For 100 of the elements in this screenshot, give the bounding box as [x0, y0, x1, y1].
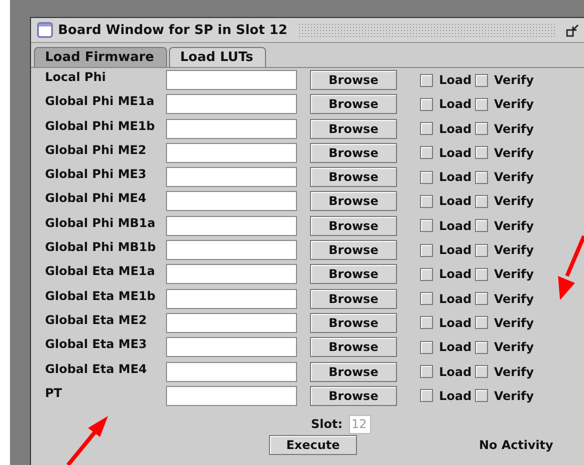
browse-button[interactable]: Browse — [310, 94, 397, 114]
verify-checkbox[interactable] — [475, 170, 488, 184]
load-checkbox[interactable] — [420, 389, 433, 402]
checkbox-label: Load — [439, 194, 472, 208]
verify-checkbox[interactable] — [475, 365, 488, 378]
field-label: Global Phi ME2 — [45, 142, 148, 157]
checkbox-label: Verify — [494, 218, 534, 233]
browse-button[interactable]: Browse — [310, 240, 397, 260]
checkbox-label: Verify — [494, 292, 534, 306]
checkbox-label: Verify — [494, 146, 534, 160]
field-label: Global Phi ME4 — [45, 191, 148, 206]
browse-button[interactable]: Browse — [310, 118, 397, 139]
load-checkbox[interactable] — [420, 268, 433, 281]
arrow — [558, 235, 584, 300]
window-title: Board Window for SP in Slot 12 — [58, 22, 288, 38]
file-path-field[interactable] — [166, 264, 297, 284]
checkbox-label: Verify — [494, 73, 534, 87]
load-checkbox[interactable] — [420, 146, 433, 160]
field-label: Global Eta ME4 — [45, 362, 148, 376]
tab[interactable]: Load LUTs — [169, 47, 266, 67]
file-path-field[interactable] — [166, 386, 297, 406]
verify-checkbox[interactable] — [475, 268, 488, 281]
file-path-field[interactable] — [166, 70, 297, 90]
execute-button[interactable]: Execute — [269, 434, 357, 455]
browse-button[interactable]: Browse — [310, 312, 397, 333]
field-label: Global Eta ME1b — [45, 288, 156, 303]
slot-label: Slot: — [311, 417, 343, 432]
load-checkbox[interactable] — [420, 292, 433, 306]
load-checkbox[interactable] — [420, 74, 433, 86]
load-checkbox[interactable] — [420, 365, 433, 378]
file-path-field[interactable] — [166, 362, 297, 382]
field-label: Global Phi ME1a — [45, 94, 156, 108]
load-checkbox[interactable] — [420, 98, 433, 111]
browse-button[interactable]: Browse — [310, 70, 397, 90]
browse-button[interactable]: Browse — [310, 264, 397, 284]
file-path-field[interactable] — [166, 240, 297, 260]
browse-button[interactable]: Browse — [310, 167, 397, 188]
checkbox-label: Verify — [494, 316, 534, 330]
checkbox-label: Load — [439, 218, 472, 233]
checkbox-label: Verify — [494, 364, 534, 379]
load-checkbox[interactable] — [420, 244, 433, 257]
checkbox-label: Verify — [494, 243, 534, 258]
load-checkbox[interactable] — [420, 340, 433, 354]
checkbox-label: Load — [439, 122, 472, 136]
file-path-field[interactable] — [166, 167, 297, 188]
checkbox-label: Load — [439, 267, 472, 282]
verify-checkbox[interactable] — [475, 194, 488, 208]
verify-checkbox[interactable] — [475, 146, 488, 160]
field-label: Global Phi ME3 — [45, 167, 148, 182]
browse-button[interactable]: Browse — [310, 142, 397, 163]
load-checkbox[interactable] — [420, 219, 433, 232]
verify-checkbox[interactable] — [475, 219, 488, 232]
tab[interactable]: Load Firmware — [34, 47, 168, 67]
field-label: PT — [45, 386, 63, 400]
checkbox-label: Load — [439, 316, 472, 330]
field-label: Global Phi ME1b — [45, 118, 156, 133]
browse-button[interactable]: Browse — [310, 288, 397, 309]
file-path-field[interactable] — [166, 94, 297, 114]
verify-checkbox[interactable] — [475, 389, 488, 402]
field-label: Local Phi — [45, 70, 107, 84]
checkbox-label: Verify — [494, 194, 534, 208]
load-checkbox[interactable] — [420, 170, 433, 184]
status-text: No Activity — [479, 438, 554, 452]
load-checkbox[interactable] — [420, 316, 433, 330]
browse-button[interactable]: Browse — [310, 191, 397, 212]
file-path-field[interactable] — [166, 337, 297, 358]
checkbox-label: Load — [439, 97, 472, 112]
verify-checkbox[interactable] — [475, 98, 488, 111]
window-icon — [37, 22, 53, 38]
checkbox-label: Verify — [494, 122, 534, 136]
browse-button[interactable]: Browse — [310, 386, 397, 406]
arrow — [66, 416, 108, 465]
browse-button[interactable]: Browse — [310, 216, 397, 236]
file-path-field[interactable] — [166, 118, 297, 139]
file-path-field[interactable] — [166, 288, 297, 309]
browse-button[interactable]: Browse — [310, 337, 397, 358]
file-path-field[interactable] — [166, 191, 297, 212]
checkbox-label: Load — [439, 170, 472, 184]
verify-checkbox[interactable] — [475, 316, 488, 330]
verify-checkbox[interactable] — [475, 244, 488, 257]
restore-icon[interactable] — [566, 23, 580, 37]
checkbox-label: Load — [439, 364, 472, 379]
checkbox-label: Verify — [494, 97, 534, 112]
load-checkbox[interactable] — [420, 122, 433, 136]
checkbox-label: Load — [439, 388, 472, 403]
verify-checkbox[interactable] — [475, 292, 488, 306]
field-label: Global Eta ME3 — [45, 337, 148, 352]
checkbox-label: Verify — [494, 388, 534, 403]
checkbox-label: Load — [439, 243, 472, 258]
verify-checkbox[interactable] — [475, 74, 488, 86]
load-checkbox[interactable] — [420, 194, 433, 208]
browse-button[interactable]: Browse — [310, 362, 397, 382]
checkbox-label: Verify — [494, 267, 534, 282]
file-path-field[interactable] — [166, 142, 297, 163]
file-path-field[interactable] — [166, 216, 297, 236]
verify-checkbox[interactable] — [475, 340, 488, 354]
checkbox-label: Verify — [494, 340, 534, 354]
verify-checkbox[interactable] — [475, 122, 488, 136]
checkbox-label: Load — [439, 146, 472, 160]
file-path-field[interactable] — [166, 312, 297, 333]
